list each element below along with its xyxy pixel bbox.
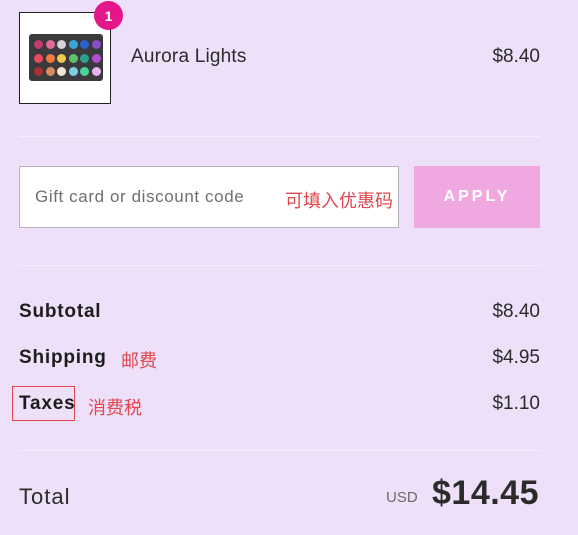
palette-pan bbox=[57, 67, 66, 76]
palette-pan bbox=[91, 67, 101, 76]
product-price: $8.40 bbox=[492, 46, 540, 67]
palette-pan bbox=[34, 40, 43, 49]
palette-pan bbox=[91, 53, 101, 63]
product-thumbnail bbox=[19, 12, 111, 104]
palette-pan bbox=[91, 40, 101, 49]
palette-pan bbox=[45, 53, 55, 63]
palette-pan bbox=[45, 40, 55, 49]
palette-pan bbox=[34, 67, 43, 76]
palette-pan bbox=[80, 67, 89, 76]
taxes-annotation: 消费税 bbox=[88, 398, 142, 419]
apply-button[interactable]: APPLY bbox=[414, 166, 540, 228]
eyeshadow-palette-image bbox=[29, 34, 103, 81]
subtotal-value: $8.40 bbox=[492, 301, 540, 322]
discount-annotation: 可填入优惠码 bbox=[285, 191, 393, 212]
palette-pan bbox=[57, 53, 66, 63]
palette-pan bbox=[80, 40, 89, 49]
shipping-label: Shipping bbox=[19, 347, 107, 368]
total-amount: $14.45 bbox=[432, 474, 539, 512]
total-label: Total bbox=[19, 484, 71, 509]
shipping-annotation: 邮费 bbox=[121, 351, 157, 372]
palette-pan bbox=[68, 67, 78, 76]
palette-pan bbox=[68, 40, 78, 49]
subtotal-label: Subtotal bbox=[19, 301, 102, 322]
taxes-value: $1.10 bbox=[492, 393, 540, 414]
palette-pan bbox=[57, 40, 66, 49]
divider bbox=[19, 450, 540, 451]
currency-code: USD bbox=[386, 489, 418, 506]
palette-pan bbox=[68, 53, 78, 63]
divider bbox=[19, 265, 540, 266]
quantity-badge: 1 bbox=[94, 1, 123, 30]
palette-pan bbox=[34, 53, 43, 63]
palette-pan bbox=[45, 67, 55, 76]
cart-line-item: 1 Aurora Lights $8.40 bbox=[19, 1, 540, 104]
taxes-label: Taxes bbox=[19, 393, 76, 414]
shipping-value: $4.95 bbox=[492, 347, 540, 368]
palette-pan bbox=[80, 53, 89, 63]
product-name: Aurora Lights bbox=[131, 46, 247, 67]
divider bbox=[19, 136, 540, 137]
